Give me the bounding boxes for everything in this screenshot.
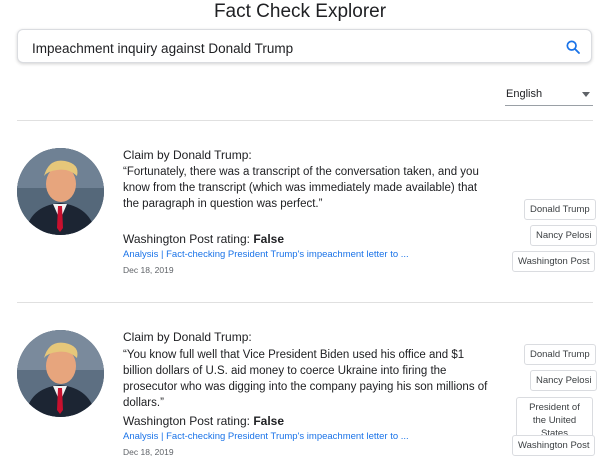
avatar bbox=[17, 148, 104, 235]
claim-text: “You know full well that Vice President … bbox=[123, 349, 488, 409]
tag-chip[interactable]: Washington Post bbox=[512, 435, 596, 456]
chevron-down-icon bbox=[582, 92, 590, 97]
language-select[interactable]: English bbox=[505, 83, 593, 106]
claim-heading: Claim by Donald Trump: bbox=[123, 330, 252, 344]
speaker-photo bbox=[17, 148, 104, 235]
avatar bbox=[17, 330, 104, 417]
publisher-name: Washington Post bbox=[123, 232, 214, 246]
divider bbox=[17, 120, 593, 121]
article-date: Dec 18, 2019 bbox=[123, 265, 174, 275]
claim-rating: Washington Post rating: False bbox=[123, 232, 284, 246]
tag-chip[interactable]: Donald Trump bbox=[524, 199, 596, 220]
article-link[interactable]: Analysis | Fact-checking President Trump… bbox=[123, 249, 409, 260]
divider bbox=[17, 302, 593, 303]
tag-chip[interactable]: Nancy Pelosi bbox=[530, 370, 598, 391]
claim-text: “Fortunately, there was a transcript of … bbox=[123, 166, 479, 210]
rating-value: False bbox=[253, 414, 284, 428]
publisher-name: Washington Post bbox=[123, 414, 214, 428]
speaker-photo bbox=[17, 330, 104, 417]
claim-rating: Washington Post rating: False bbox=[123, 414, 284, 428]
article-date: Dec 18, 2019 bbox=[123, 447, 174, 457]
tag-chip[interactable]: Donald Trump bbox=[524, 344, 596, 365]
rating-value: False bbox=[253, 232, 284, 246]
search-icon[interactable] bbox=[565, 39, 581, 55]
search-input[interactable] bbox=[30, 37, 554, 59]
article-link[interactable]: Analysis | Fact-checking President Trump… bbox=[123, 431, 409, 442]
claim-heading: Claim by Donald Trump: bbox=[123, 148, 252, 162]
rating-label: rating: bbox=[213, 414, 254, 428]
rating-label: rating: bbox=[213, 232, 254, 246]
language-value: English bbox=[506, 88, 543, 100]
search-bar[interactable] bbox=[17, 29, 592, 63]
page-title: Fact Check Explorer bbox=[213, 1, 387, 22]
tag-chip[interactable]: Nancy Pelosi bbox=[530, 225, 598, 246]
tag-chip[interactable]: Washington Post bbox=[512, 251, 596, 272]
